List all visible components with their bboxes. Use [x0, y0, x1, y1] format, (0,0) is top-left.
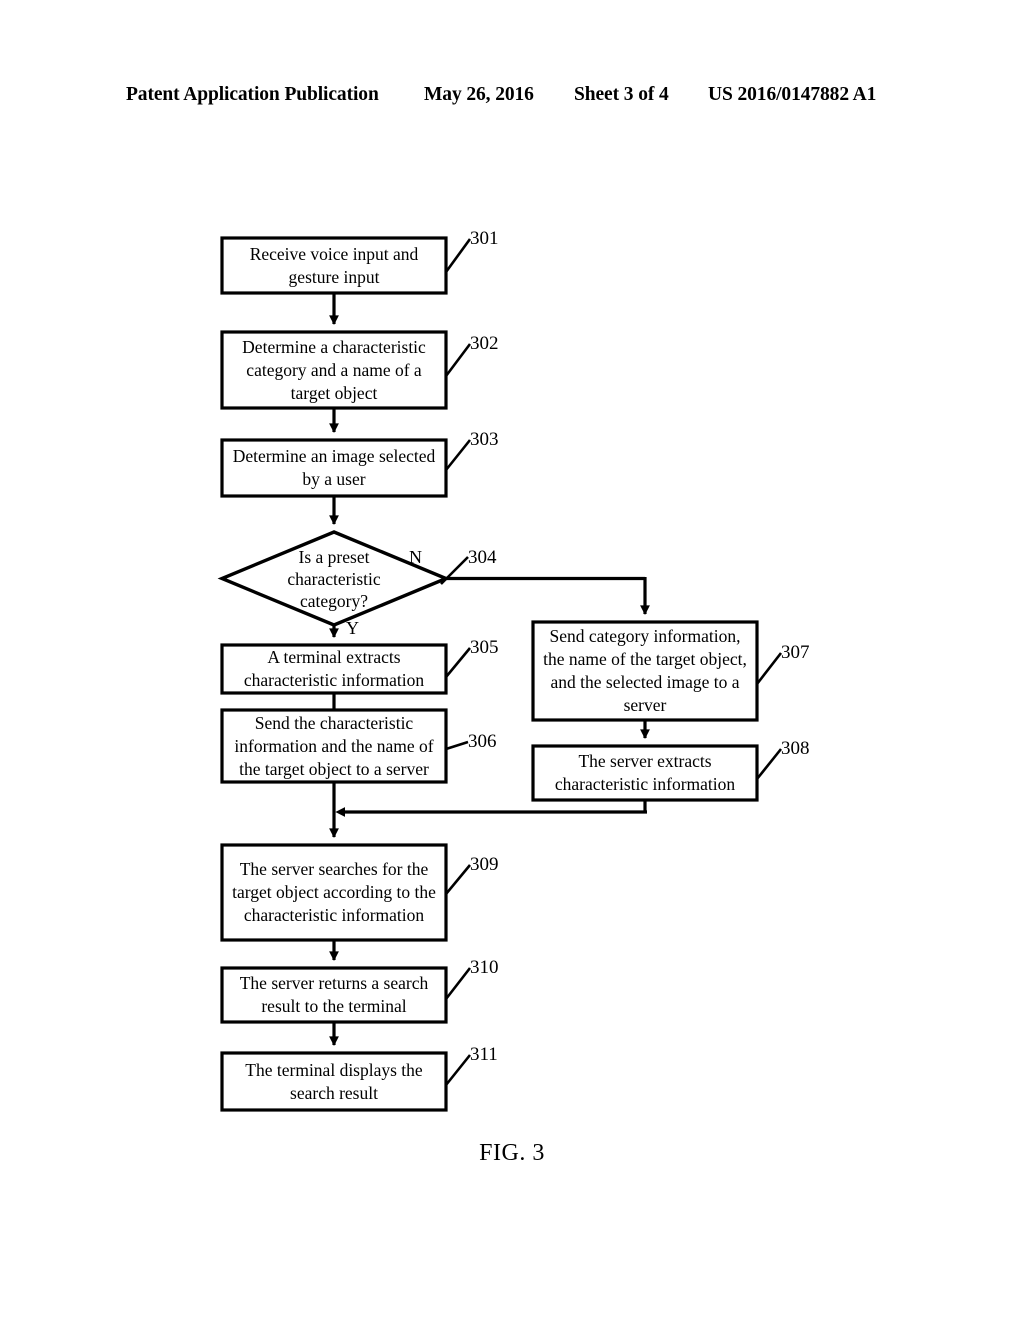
ref-number-302: 302	[470, 333, 499, 354]
node-box-310	[220, 966, 448, 1024]
ref-number-306: 306	[468, 731, 497, 752]
ref-number-303: 303	[470, 429, 499, 450]
ref-number-305: 305	[470, 637, 499, 658]
node-box-306	[220, 708, 448, 784]
node-box-305	[220, 643, 448, 695]
branch-label-no: N	[409, 547, 422, 567]
node-box-303	[220, 438, 448, 498]
lead-line-301	[444, 238, 472, 273]
lead-line-310	[444, 967, 472, 1000]
ref-number-304: 304	[468, 547, 497, 568]
node-diamond-304	[217, 530, 451, 627]
ref-number-310: 310	[470, 957, 499, 978]
ref-number-309: 309	[470, 854, 499, 875]
node-box-311	[220, 1051, 448, 1112]
lead-line-305	[444, 647, 472, 678]
ref-number-301: 301	[470, 228, 499, 249]
lead-line-311	[444, 1054, 472, 1086]
flowchart-figure: Receive voice input and gesture input De…	[0, 0, 1024, 1320]
node-box-302	[220, 330, 448, 410]
lead-line-308	[755, 748, 783, 780]
ref-number-311: 311	[470, 1044, 498, 1065]
node-box-308	[531, 744, 759, 802]
lead-line-303	[444, 439, 472, 471]
node-box-309	[220, 843, 448, 942]
branch-label-yes: Y	[346, 618, 359, 638]
node-box-301	[220, 236, 448, 295]
figure-caption: FIG. 3	[479, 1140, 545, 1166]
node-box-307	[531, 620, 759, 722]
lead-line-307	[755, 652, 783, 685]
lead-line-306	[445, 740, 469, 751]
lead-line-309	[444, 864, 472, 895]
ref-number-308: 308	[781, 738, 810, 759]
ref-number-307: 307	[781, 642, 810, 663]
lead-line-302	[444, 343, 472, 377]
